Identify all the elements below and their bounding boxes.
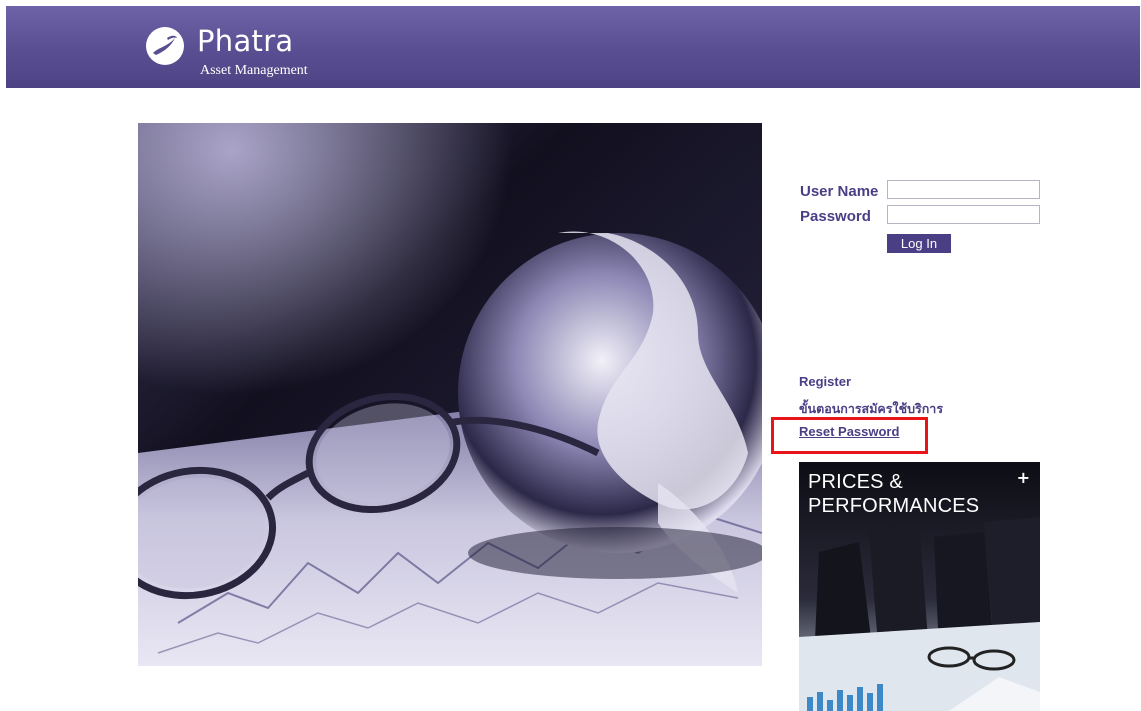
prices-performances-tile[interactable]: PRICES & PERFORMANCES + — [799, 462, 1040, 711]
globe-glasses-photo — [138, 123, 762, 666]
hero-image — [138, 123, 762, 666]
register-link[interactable]: Register — [799, 374, 851, 389]
password-label: Password — [800, 208, 871, 225]
username-input[interactable] — [887, 180, 1040, 199]
password-input[interactable] — [887, 205, 1040, 224]
login-button[interactable]: Log In — [887, 234, 951, 253]
plus-icon[interactable]: + — [1017, 468, 1030, 487]
promo-title: PRICES & PERFORMANCES — [808, 471, 980, 517]
highlight-annotation-box — [771, 417, 928, 454]
phatra-logo-icon — [146, 27, 184, 65]
username-label: User Name — [800, 183, 879, 200]
brand-subtitle: Asset Management — [200, 63, 308, 78]
site-header: Phatra Asset Management — [6, 6, 1140, 88]
registration-steps-link[interactable]: ขั้นตอนการสมัครใช้บริการ — [799, 399, 943, 419]
brand-name: Phatra — [197, 24, 294, 58]
